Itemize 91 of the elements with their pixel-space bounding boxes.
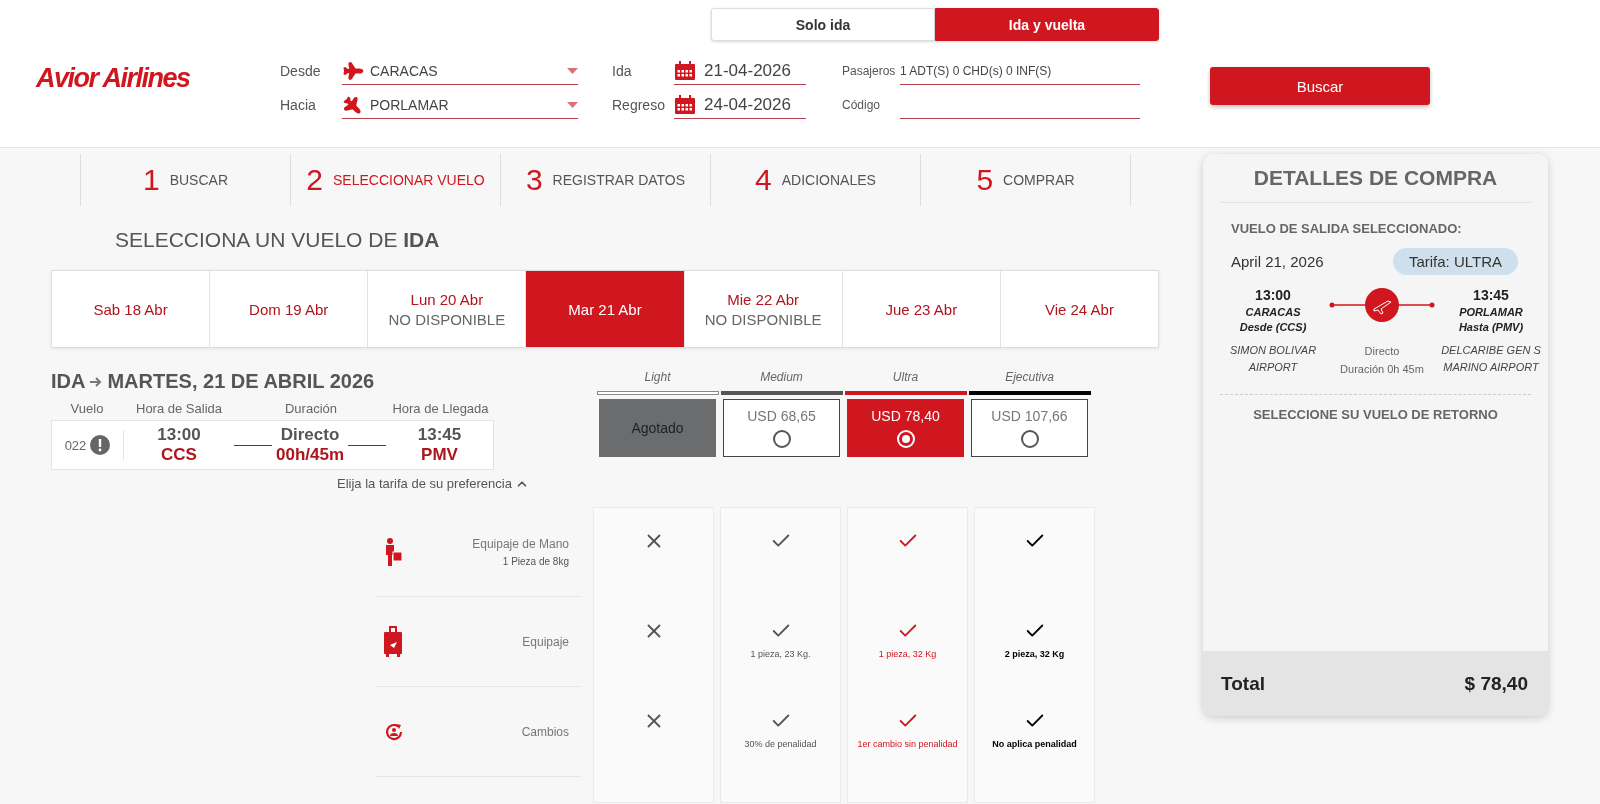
fare-feature-note: 1 pieza, 32 Kg (878, 649, 937, 659)
airline-logo: Avior Airlines (36, 62, 191, 94)
field-label: Desde (280, 63, 322, 79)
flight-date: MARTES, 21 DE ABRIL 2026 (107, 370, 375, 393)
departure-airport: SIMON BOLIVAR AIRPORT (1228, 343, 1318, 375)
total-label: Total (1221, 672, 1265, 695)
fare-feature-note: 1 pieza, 23 Kg. (750, 649, 811, 659)
column-header: Hora de Llegada (391, 401, 490, 416)
change-icon (384, 721, 404, 742)
date-tab[interactable]: Lun 20 Abr NO DISPONIBLE (368, 271, 527, 347)
trip-type-tab[interactable]: Ida y vuelta (935, 8, 1159, 41)
arrow-icon (89, 375, 104, 388)
column-header: Hora de Salida (135, 401, 223, 416)
departure-time: 13:00 (157, 425, 201, 445)
direction-label: IDA (51, 370, 86, 393)
info-icon[interactable] (90, 435, 111, 455)
fare-name: Medium (760, 370, 803, 386)
fare-option[interactable]: USD 78,40 (847, 399, 964, 457)
date-field[interactable]: 21-04-2026 (674, 57, 806, 85)
field-label: Hacia (280, 97, 317, 113)
caret-icon (567, 101, 578, 108)
calendar-icon (674, 94, 696, 115)
departure-code: CCS (161, 445, 197, 465)
step-number: 3 (525, 163, 543, 197)
arrival-airport: DELCARIBE GEN S MARINO AIRPORT (1440, 343, 1542, 375)
step-label: ADICIONALES (781, 172, 876, 188)
step-number: 4 (755, 163, 772, 197)
flight-duration: 00h/45m (275, 445, 344, 465)
step-number: 1 (142, 163, 160, 197)
suitcase-icon (384, 625, 402, 658)
fare-feature-note: 30% de penalidad (744, 739, 817, 749)
step-label: SELECCIONAR VUELO (333, 172, 485, 188)
flight-card[interactable]: 022 13:00 CCS Directo 00h/45m 13:45 PMV (51, 420, 494, 470)
feature-label: Equipaje (522, 634, 569, 649)
panel-title: DETALLES DE COMPRA (1220, 166, 1531, 203)
departure-code: Desde (CCS) (1239, 321, 1307, 333)
route-info: Directo Duración 0h 45m (1340, 344, 1424, 377)
caret-icon (567, 67, 578, 74)
tariff-badge: Tarifa: ULTRA (1392, 248, 1518, 275)
date-tab[interactable]: Vie 24 Abr (1000, 271, 1158, 347)
return-flight-prompt: SELECCIONE SU VUELO DE RETORNO (1220, 394, 1531, 423)
feature-detail: 1 Pieza de 8kg (502, 555, 569, 567)
fare-name: Ultra (892, 370, 919, 386)
flight-date: April 21, 2026 (1231, 253, 1324, 270)
search-button[interactable]: Buscar (1210, 67, 1430, 105)
feature-label: Equipaje de Mano (472, 536, 569, 551)
date-tab[interactable]: Mie 22 Abr NO DISPONIBLE (684, 271, 843, 347)
city-select[interactable]: PORLAMAR (342, 91, 578, 119)
departure-city: CARACAS (1245, 306, 1301, 318)
total-amount: $ 78,40 (1464, 672, 1528, 695)
date-tab[interactable]: Jue 23 Abr (842, 271, 1001, 347)
passengers-field[interactable]: 1 ADT(S) 0 CHD(s) 0 INF(S) (900, 57, 1140, 85)
step-number: 2 (306, 163, 323, 197)
fare-feature-note: 2 pieza, 32 Kg (1004, 649, 1065, 659)
field-label: Regreso (612, 97, 666, 113)
date-tab[interactable]: Sab 18 Abr (52, 271, 211, 347)
column-header: Vuelo (69, 401, 105, 416)
date-field[interactable]: 24-04-2026 (674, 91, 806, 119)
feature-label: Cambios (521, 724, 569, 739)
arrival-code: Hasta (PMV) (1458, 321, 1524, 333)
section-heading: SELECCIONA UN VUELO DE IDA (115, 228, 441, 252)
arrival-city: PORLAMAR (1459, 306, 1523, 318)
person-with-bag-icon (384, 537, 402, 566)
date-tab[interactable]: Mar 21 Abr (526, 271, 685, 347)
step-label: BUSCAR (169, 172, 228, 188)
fare-option[interactable]: USD 68,65 (723, 399, 840, 457)
fare-toggle-link[interactable]: Elija la tarifa de su preferencia (337, 476, 529, 491)
column-header: Duración (284, 401, 338, 416)
departure-time: 13:00 (1255, 287, 1291, 303)
fare-feature-note: 1er cambio sin penalidad (857, 739, 958, 749)
fare-option[interactable]: USD 107,66 (971, 399, 1088, 457)
arrival-time: 13:45 (417, 425, 462, 445)
fare-feature-note: No aplica penalidad (992, 739, 1077, 749)
city-select[interactable]: CARACAS (342, 57, 578, 85)
date-tab[interactable]: Dom 19 Abr (210, 271, 369, 347)
flight-type: Directo (280, 425, 340, 445)
fare-name: Light (644, 370, 671, 386)
plane-icon (342, 94, 362, 115)
flight-number: 022 (64, 437, 87, 453)
arrival-code: PMV (421, 445, 458, 465)
field-label: Ida (612, 63, 633, 79)
field-label: Pasajeros (842, 64, 897, 78)
step-label: REGISTRAR DATOS (552, 172, 686, 188)
fare-name: Ejecutiva (1005, 370, 1054, 386)
arrival-time: 13:45 (1473, 287, 1509, 303)
trip-type-tab[interactable]: Solo ida (711, 8, 935, 41)
step-label: COMPRAR (1003, 172, 1075, 188)
calendar-icon (674, 60, 696, 81)
field-label: Código (842, 98, 882, 112)
step-number: 5 (976, 163, 994, 197)
section-title: VUELO DE SALIDA SELECCIONADO: (1231, 221, 1463, 236)
